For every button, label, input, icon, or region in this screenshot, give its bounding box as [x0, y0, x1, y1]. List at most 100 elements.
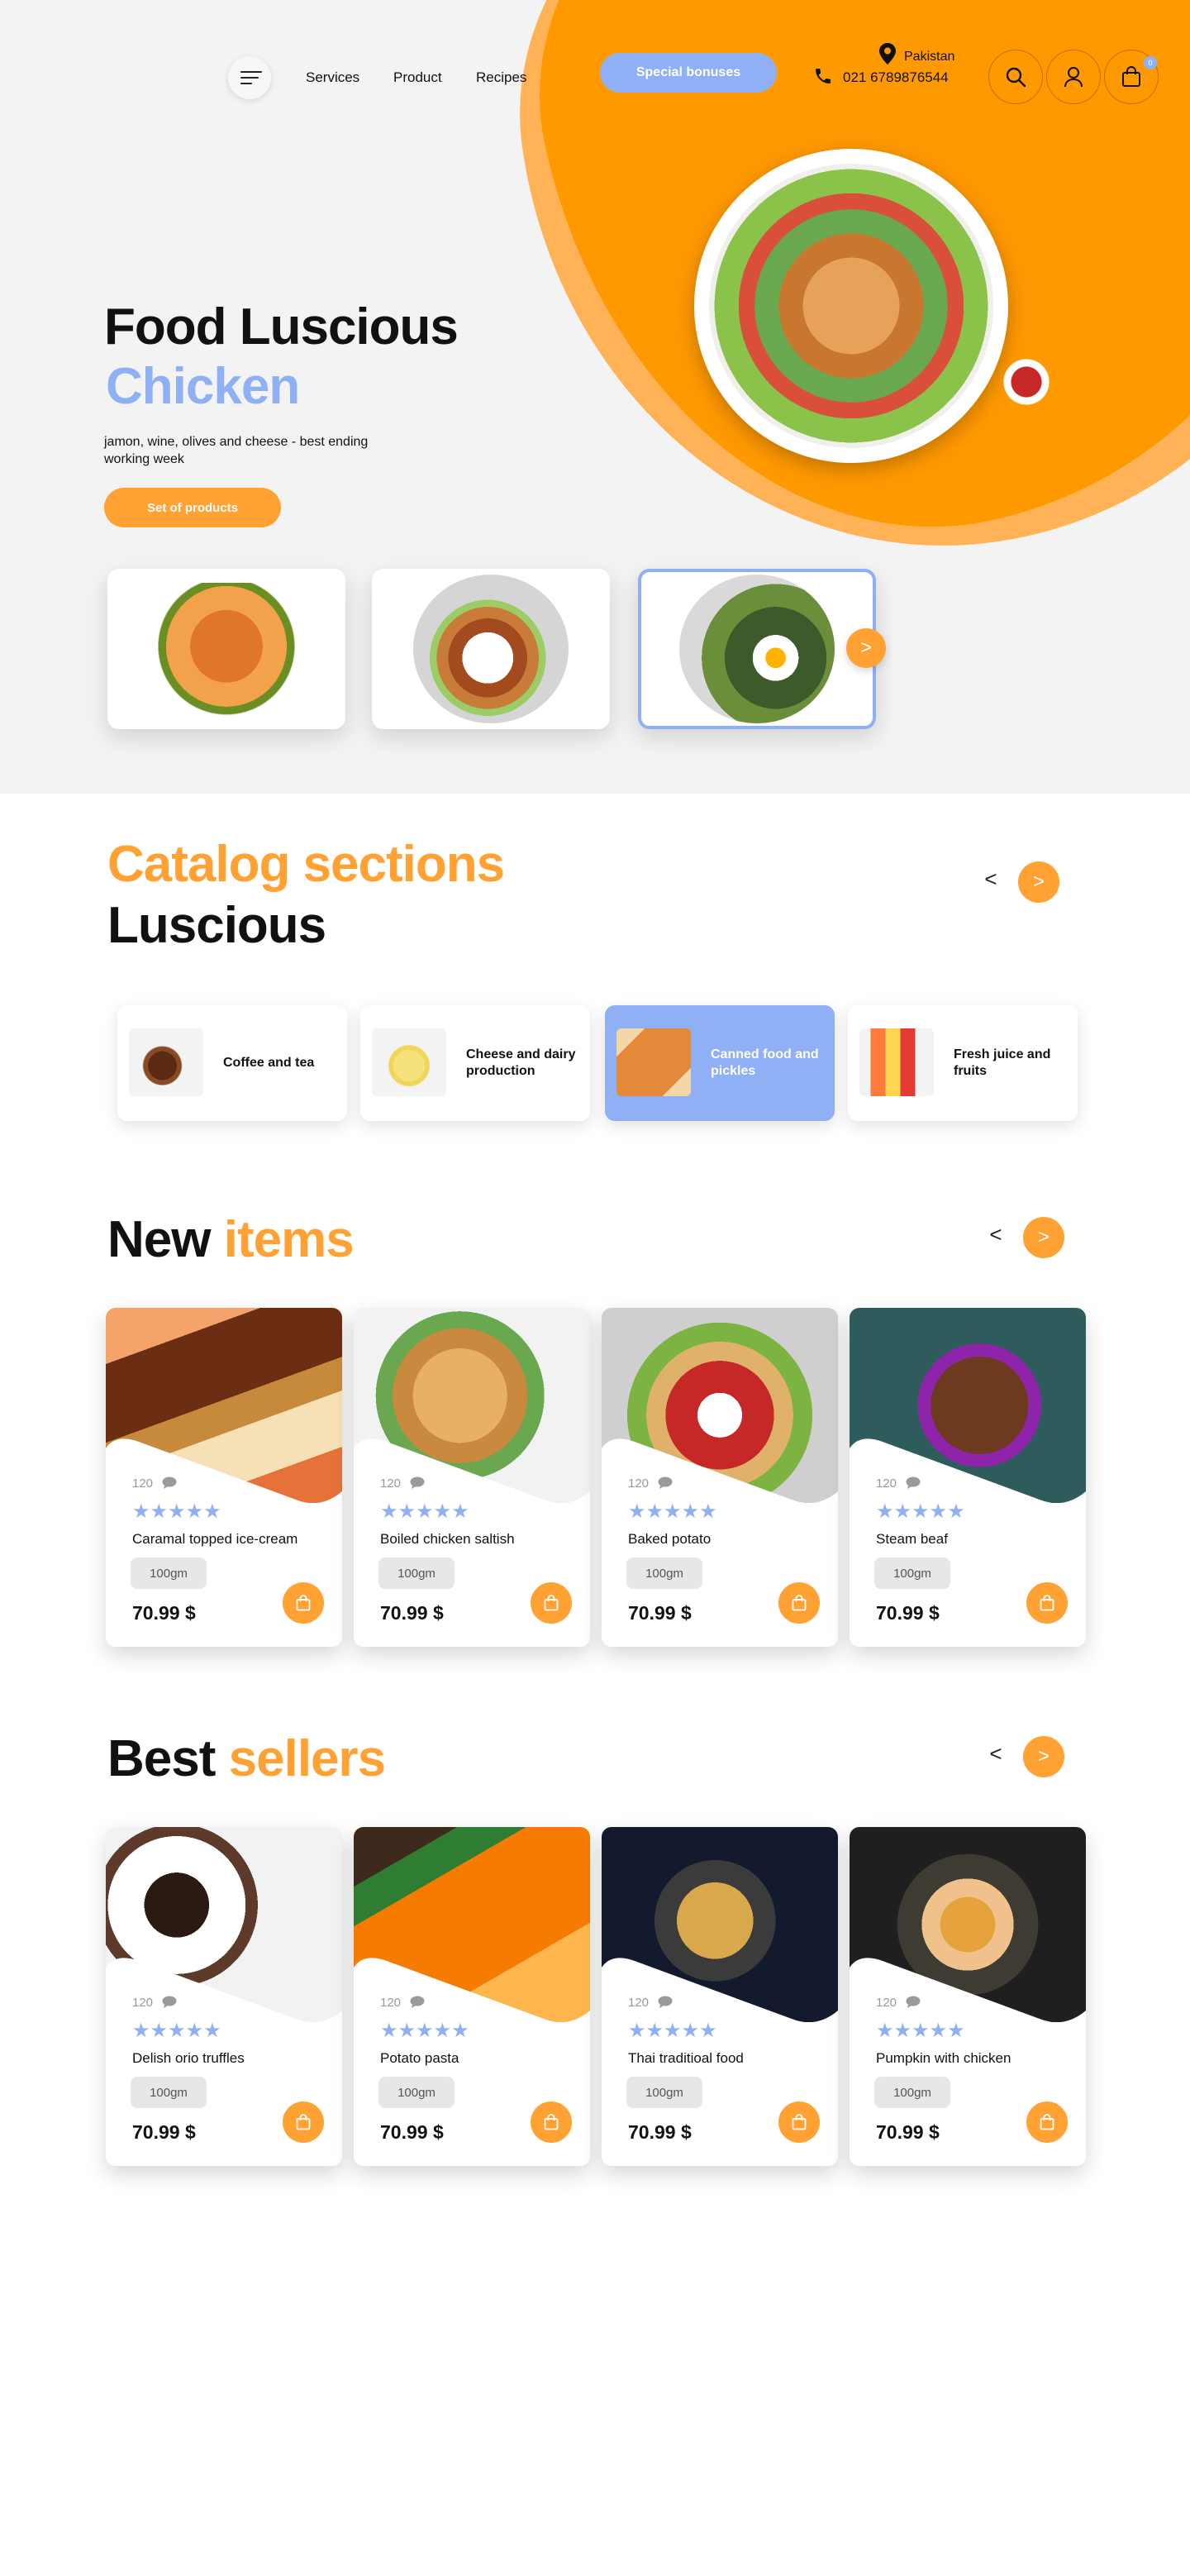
rice-plate-image: [413, 575, 569, 723]
review-count: 120: [876, 1476, 897, 1491]
product-price: 70.99 $: [380, 2121, 444, 2143]
account-button[interactable]: [1046, 50, 1101, 104]
product-card[interactable]: 120 ★★★★★ Thai traditioal food 100gm 70.…: [602, 1827, 838, 2166]
search-button[interactable]: [988, 50, 1043, 104]
juice-image: [859, 1028, 934, 1096]
nav-product[interactable]: Product: [393, 69, 442, 86]
canned-food-image: [616, 1028, 691, 1096]
shopping-bag-icon: [296, 2114, 311, 2130]
rating-stars: ★★★★★: [380, 2020, 469, 2042]
product-image[interactable]: [106, 1827, 342, 2022]
product-price: 70.99 $: [628, 2121, 692, 2143]
product-name[interactable]: Potato pasta: [380, 2050, 459, 2067]
product-card[interactable]: 120 ★★★★★ Pumpkin with chicken 100gm 70.…: [850, 1827, 1086, 2166]
add-to-cart-button[interactable]: [283, 1582, 324, 1624]
egg-noodles-image: [679, 575, 835, 723]
catalog-next-arrow[interactable]: >: [1018, 861, 1059, 903]
nav-recipes[interactable]: Recipes: [476, 69, 526, 86]
add-to-cart-button[interactable]: [531, 2101, 572, 2143]
shopping-bag-icon: [296, 1595, 311, 1611]
add-to-cart-button[interactable]: [531, 1582, 572, 1624]
category-canned-food[interactable]: Canned food and pickles: [605, 1005, 835, 1121]
hero-thumb-curry[interactable]: [107, 569, 345, 729]
category-juice-fruits[interactable]: Fresh juice and fruits: [848, 1005, 1078, 1121]
chicken-salad-image: [709, 164, 993, 448]
product-name[interactable]: Thai traditioal food: [628, 2050, 744, 2067]
product-name[interactable]: Baked potato: [628, 1531, 711, 1548]
hero-thumb-rice[interactable]: [372, 569, 610, 729]
product-name[interactable]: Pumpkin with chicken: [876, 2050, 1011, 2067]
best-sellers-title-orange: sellers: [228, 1730, 387, 1787]
hero-next-arrow[interactable]: >: [846, 628, 886, 668]
add-to-cart-button[interactable]: [1026, 1582, 1068, 1624]
set-of-products-button[interactable]: Set of products: [104, 488, 281, 527]
product-name[interactable]: Delish orio truffles: [132, 2050, 245, 2067]
product-image[interactable]: [602, 1308, 838, 1503]
new-items-title-black: New: [107, 1211, 211, 1268]
product-price: 70.99 $: [132, 2121, 196, 2143]
product-card[interactable]: 120 ★★★★★ Potato pasta 100gm 70.99 $: [354, 1827, 590, 2166]
review-count: 120: [380, 1476, 402, 1491]
product-image[interactable]: [850, 1308, 1086, 1503]
pepper-bowl-image: [1000, 355, 1053, 408]
category-cheese-dairy[interactable]: Cheese and dairy production: [360, 1005, 590, 1121]
catalog-subtitle: Luscious: [107, 897, 326, 954]
category-label: Canned food and pickles: [711, 1047, 819, 1078]
rating-stars: ★★★★★: [876, 1500, 965, 1523]
product-image[interactable]: [850, 1827, 1086, 2022]
weight-badge: 100gm: [378, 2077, 455, 2108]
product-name[interactable]: Caramal topped ice-cream: [132, 1531, 298, 1548]
product-price: 70.99 $: [628, 1602, 692, 1624]
category-coffee-tea[interactable]: Coffee and tea: [117, 1005, 347, 1121]
add-to-cart-button[interactable]: [778, 2101, 820, 2143]
search-icon: [1006, 67, 1026, 88]
user-icon: [1064, 67, 1083, 88]
phone-icon: [816, 69, 831, 83]
new-items-prev-arrow[interactable]: <: [983, 1222, 1008, 1247]
new-items-title-orange: items: [223, 1211, 355, 1268]
product-image[interactable]: [354, 1308, 590, 1503]
phone-number[interactable]: 021 6789876544: [843, 69, 949, 86]
menu-icon[interactable]: [228, 56, 271, 99]
product-card[interactable]: 120 ★★★★★ Caramal topped ice-cream 100gm…: [106, 1308, 342, 1647]
shopping-bag-icon: [792, 1595, 807, 1611]
weight-badge: 100gm: [626, 2077, 702, 2108]
shopping-bag-icon: [792, 2114, 807, 2130]
add-to-cart-button[interactable]: [283, 2101, 324, 2143]
hero-description: jamon, wine, olives and cheese - best en…: [104, 435, 369, 466]
product-image[interactable]: [354, 1827, 590, 2022]
hero-subtitle: Chicken: [106, 358, 300, 415]
new-items-title: New items: [107, 1210, 355, 1269]
hero-thumb-egg[interactable]: [638, 569, 876, 729]
product-card[interactable]: 120 ★★★★★ Baked potato 100gm 70.99 $: [602, 1308, 838, 1647]
product-price: 70.99 $: [132, 1602, 196, 1624]
weight-badge: 100gm: [626, 1558, 702, 1589]
shopping-bag-icon: [1040, 1595, 1054, 1611]
product-name[interactable]: Steam beaf: [876, 1531, 948, 1548]
comment-icon: [658, 1476, 673, 1489]
add-to-cart-button[interactable]: [778, 1582, 820, 1624]
nav-services[interactable]: Services: [306, 69, 359, 86]
catalog-title: Catalog sections: [107, 836, 505, 893]
best-sellers-prev-arrow[interactable]: <: [983, 1741, 1008, 1767]
product-price: 70.99 $: [876, 1602, 940, 1624]
review-count: 120: [380, 1996, 402, 2010]
add-to-cart-button[interactable]: [1026, 2101, 1068, 2143]
new-items-next-arrow[interactable]: >: [1023, 1217, 1064, 1258]
best-sellers-next-arrow[interactable]: >: [1023, 1736, 1064, 1777]
product-card[interactable]: 120 ★★★★★ Delish orio truffles 100gm 70.…: [106, 1827, 342, 2166]
category-label: Cheese and dairy production: [466, 1047, 576, 1078]
rating-stars: ★★★★★: [132, 1500, 221, 1523]
comment-icon: [162, 1476, 177, 1489]
weight-badge: 100gm: [874, 1558, 950, 1589]
product-card[interactable]: 120 ★★★★★ Steam beaf 100gm 70.99 $: [850, 1308, 1086, 1647]
comment-icon: [410, 1476, 425, 1489]
special-bonuses-button[interactable]: Special bonuses: [600, 53, 777, 93]
product-image[interactable]: [106, 1308, 342, 1503]
shopping-bag-icon: [1122, 66, 1140, 87]
catalog-prev-arrow[interactable]: <: [978, 866, 1003, 892]
product-image[interactable]: [602, 1827, 838, 2022]
product-name[interactable]: Boiled chicken saltish: [380, 1531, 515, 1548]
product-card[interactable]: 120 ★★★★★ Boiled chicken saltish 100gm 7…: [354, 1308, 590, 1647]
hero-section: Services Product Recipes Special bonuses…: [0, 0, 1190, 794]
